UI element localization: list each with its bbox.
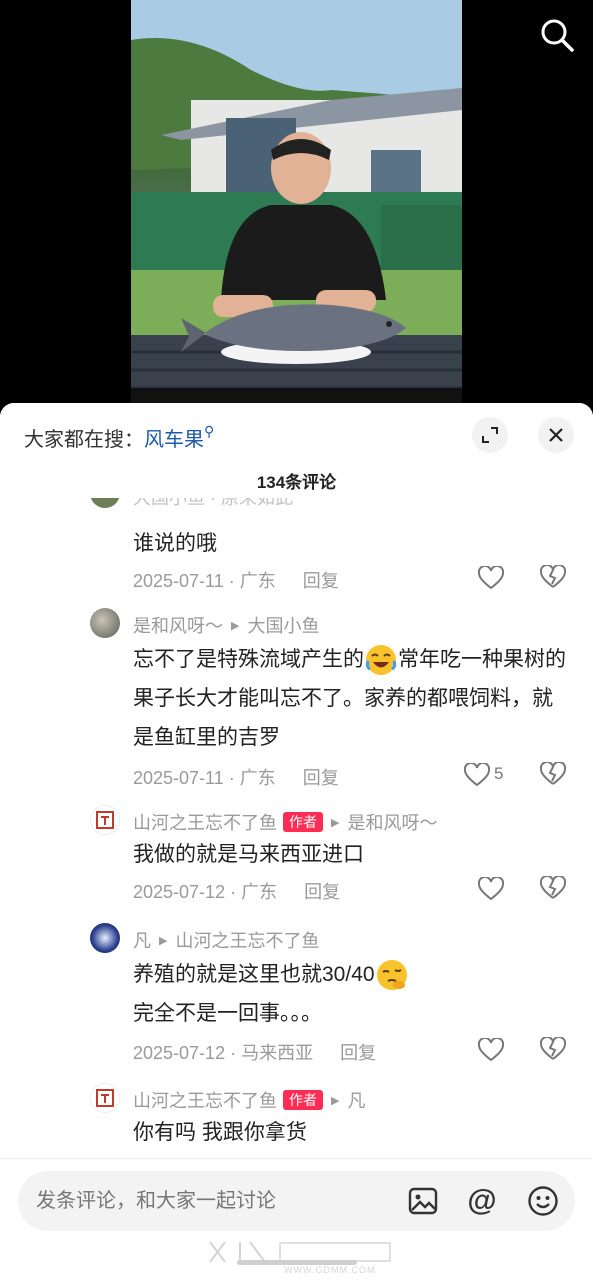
heart-icon	[464, 763, 490, 787]
broken-heart-icon	[539, 1035, 567, 1060]
comment-date-location: 2025-07-12 · 马来西亚	[133, 1043, 314, 1063]
comment-meta: 凡 ▶ 山河之王忘不了鱼	[133, 927, 319, 953]
comment-date-location: 2025-07-11 · 广东	[133, 768, 276, 788]
reply-to-username[interactable]: 凡	[347, 1087, 365, 1113]
like-button[interactable]	[478, 876, 504, 902]
image-icon	[408, 1187, 438, 1215]
at-icon: @	[467, 1184, 497, 1217]
reply-button[interactable]: 回复	[303, 567, 339, 593]
author-badge: 作者	[283, 1090, 323, 1110]
author-badge: 作者	[283, 812, 323, 832]
heart-icon	[478, 877, 504, 901]
comment-sheet-header: 大家都在搜：风车果⚲ 134条评论	[0, 403, 593, 498]
comment-username[interactable]: 山河之王忘不了鱼	[133, 809, 277, 835]
dislike-button[interactable]	[539, 563, 567, 591]
trending-prefix: 大家都在搜：	[24, 429, 144, 451]
video-area[interactable]	[0, 0, 593, 410]
reply-to-username[interactable]: 山河之王忘不了鱼	[175, 927, 319, 953]
search-button[interactable]	[538, 16, 576, 54]
comment-meta: 山河之王忘不了鱼 作者 ▶ 是和风呀～	[133, 809, 437, 835]
avatar[interactable]	[90, 1083, 120, 1113]
dislike-button[interactable]	[539, 760, 567, 788]
comment-username[interactable]: 凡	[133, 927, 151, 953]
avatar[interactable]	[90, 923, 120, 953]
reply-to-username[interactable]: 是和风呀～	[347, 809, 437, 835]
comment-list[interactable]: 大国小鱼 · 原来如此 谁说的哦 2025-07-11 · 广东 回复 是和风呀	[0, 498, 593, 1158]
dislike-button[interactable]	[539, 874, 567, 902]
avatar[interactable]	[90, 498, 120, 508]
like-button[interactable]	[478, 1037, 504, 1063]
heart-icon	[478, 1038, 504, 1062]
comment-count: 134条评论	[256, 473, 337, 492]
image-button[interactable]	[406, 1184, 440, 1218]
broken-heart-icon	[539, 874, 567, 899]
emoji-icon	[528, 1186, 558, 1216]
comment-input-bar: @ WWW.GDMM.COM	[0, 1158, 593, 1280]
broken-heart-icon	[539, 563, 567, 588]
avatar[interactable]	[90, 608, 120, 638]
comment-username[interactable]: 山河之王忘不了鱼	[133, 1087, 277, 1113]
like-count: 5	[494, 764, 504, 783]
comment-text-part: 养殖的就是这里也就30/40	[133, 963, 375, 986]
close-icon	[549, 428, 563, 442]
reply-arrow-icon: ▶	[331, 1094, 340, 1107]
comment-username[interactable]: 是和风呀～	[133, 612, 223, 638]
comment-footer: 2025-07-11 · 广东 回复	[133, 764, 339, 790]
comment-text: 你有吗 我跟你拿货	[133, 1121, 307, 1144]
close-button[interactable]	[538, 417, 574, 453]
avatar[interactable]	[90, 805, 120, 835]
thinking-emoji	[375, 958, 409, 992]
reply-arrow-icon: ▶	[331, 816, 340, 829]
comment-sheet: 大家都在搜：风车果⚲ 134条评论 大国小鱼 · 原来如此 谁说的哦 2025-…	[0, 403, 593, 1280]
comment-meta: 是和风呀～ ▶ 大国小鱼	[133, 612, 319, 638]
seal-logo-icon	[96, 1089, 114, 1107]
comment-date-location: 2025-07-12 · 广东	[133, 882, 278, 902]
expand-icon	[482, 427, 498, 443]
video-scene	[131, 0, 462, 410]
trending-search[interactable]: 大家都在搜：风车果⚲	[24, 423, 214, 452]
dislike-button[interactable]	[539, 1035, 567, 1063]
mention-button[interactable]: @	[465, 1184, 499, 1218]
heart-icon	[478, 566, 504, 590]
reply-button[interactable]: 回复	[340, 1039, 376, 1065]
reply-button[interactable]: 回复	[304, 878, 340, 904]
like-button[interactable]	[478, 565, 504, 591]
comment-text-part: 忘不了是特殊流域产生的	[133, 648, 364, 671]
comment-input-box[interactable]: @	[18, 1171, 575, 1231]
watermark-url: WWW.GDMM.COM	[284, 1265, 376, 1275]
emoji-button[interactable]	[526, 1184, 560, 1218]
trending-term-link[interactable]: 风车果	[144, 429, 204, 451]
reply-button[interactable]: 回复	[303, 764, 339, 790]
reply-arrow-icon: ▶	[159, 934, 168, 947]
comment-input[interactable]	[36, 1185, 396, 1217]
comment-meta-partial: 大国小鱼 · 原来如此	[133, 498, 293, 508]
watermark-logo: WWW.GDMM.COM	[200, 1237, 400, 1277]
home-indicator[interactable]	[237, 1260, 357, 1265]
comment-footer: 2025-07-11 · 广东 回复	[133, 567, 339, 593]
laughing-emoji	[364, 643, 398, 677]
comment-meta: 山河之王忘不了鱼 作者 ▶ 凡	[133, 1087, 365, 1113]
comment-text: 我做的就是马来西亚进口	[133, 843, 364, 866]
reply-arrow-icon: ▶	[231, 619, 240, 632]
comment-text-part: 完全不是一回事。。。	[133, 1002, 322, 1025]
small-search-icon: ⚲	[204, 423, 215, 439]
seal-logo-icon	[96, 811, 114, 829]
search-icon	[541, 19, 574, 52]
video-frame[interactable]	[131, 0, 462, 410]
comment-text: 谁说的哦	[133, 532, 217, 555]
comment-text: 忘不了是特殊流域产生的 常年吃一种果树的果子长大才能叫忘不了。家养的都喂饲料，就是…	[133, 640, 573, 757]
like-button[interactable]	[464, 762, 490, 788]
comment-text: 养殖的就是这里也就30/40 完全不是一回事。。。	[133, 955, 573, 1033]
comment-footer: 2025-07-12 · 广东 回复	[133, 878, 340, 904]
broken-heart-icon	[539, 760, 567, 785]
comment-footer: 2025-07-12 · 马来西亚 回复	[133, 1039, 376, 1065]
reply-to-username[interactable]: 大国小鱼	[247, 612, 319, 638]
expand-button[interactable]	[472, 417, 508, 453]
comment-date-location: 2025-07-11 · 广东	[133, 571, 276, 591]
